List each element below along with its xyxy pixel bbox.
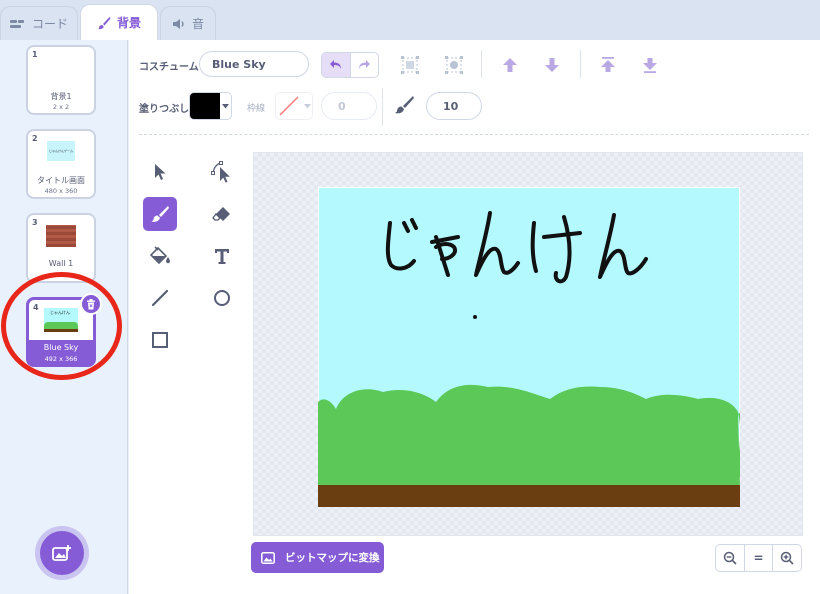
group-button[interactable] — [397, 52, 423, 78]
choose-backdrop-button[interactable] — [40, 531, 84, 575]
costume-thumbnail — [46, 225, 76, 247]
select-tool[interactable] — [143, 155, 177, 189]
ground-strip — [318, 485, 740, 507]
ungroup-button[interactable] — [441, 52, 467, 78]
fill-color-picker[interactable] — [189, 92, 232, 120]
tab-bar: コード 背景 音 — [0, 0, 820, 40]
reshape-icon — [211, 161, 230, 183]
paint-bucket-icon — [149, 246, 170, 265]
outline-color-picker[interactable] — [275, 92, 313, 120]
caret-down-icon — [222, 103, 229, 108]
zoom-in-button[interactable] — [773, 545, 801, 571]
stray-dot — [473, 315, 477, 319]
costume-size: 480 x 360 — [44, 187, 78, 195]
brush-size-icon — [393, 94, 415, 120]
redo-button[interactable] — [351, 53, 379, 77]
tab-code-label: コード — [31, 17, 68, 31]
tab-code[interactable]: コード — [0, 6, 78, 40]
costume-name-input[interactable]: Blue Sky — [199, 51, 309, 77]
grass-bushes — [318, 384, 740, 487]
forward-button[interactable] — [497, 52, 523, 78]
tab-backdrops[interactable]: 背景 — [80, 4, 158, 40]
paint-editor: コスチューム Blue Sky 塗りつぶし 枠線 0 10 ビットマップに変換 … — [129, 40, 820, 594]
zoom-out-icon — [723, 551, 737, 565]
costume-list: 1 背景1 2 x 2 2 じゃんけんゲーム タイトル画面 480 x 360 … — [0, 40, 128, 594]
tab-sounds[interactable]: 音 — [160, 6, 216, 40]
add-image-icon — [52, 545, 71, 561]
highlight-annotation-circle — [1, 272, 122, 380]
costume-thumbnail: じゃんけんゲーム — [47, 141, 75, 161]
tab-sounds-label: 音 — [191, 17, 204, 31]
text-tool[interactable] — [205, 239, 239, 273]
zoom-in-icon — [780, 551, 794, 565]
fill-color-swatch — [190, 93, 220, 119]
costume-number: 3 — [32, 218, 38, 227]
rectangle-tool[interactable] — [143, 323, 177, 357]
to-front-icon — [601, 57, 615, 72]
brush-icon — [151, 206, 169, 222]
costume-name: タイトル画面 — [37, 176, 85, 185]
arrow-pointer-icon — [155, 164, 166, 180]
image-icon — [261, 551, 275, 564]
zoom-out-button[interactable] — [716, 545, 745, 571]
ungroup-icon — [445, 56, 463, 74]
line-tool[interactable] — [143, 281, 177, 315]
rectangle-icon — [152, 332, 168, 348]
reshape-tool[interactable] — [205, 155, 239, 189]
outline-label: 枠線 — [247, 104, 266, 114]
brush-size-input[interactable]: 10 — [426, 92, 482, 120]
circle-icon — [214, 290, 230, 306]
undo-redo-group — [321, 52, 379, 78]
to-back-icon — [643, 58, 657, 73]
front-button[interactable] — [595, 52, 621, 78]
undo-button[interactable] — [322, 53, 351, 77]
paint-canvas-area[interactable] — [253, 152, 803, 536]
convert-to-bitmap-button[interactable]: ビットマップに変換 — [251, 542, 384, 573]
outline-width-input[interactable]: 0 — [321, 92, 377, 120]
undo-icon — [329, 60, 341, 69]
text-icon — [215, 249, 229, 264]
redo-icon — [359, 60, 371, 69]
backdrop-canvas[interactable] — [318, 187, 740, 507]
costume-name-label: コスチューム — [139, 62, 199, 73]
brush-tool[interactable] — [143, 197, 177, 231]
tab-backdrops-label: 背景 — [116, 16, 141, 30]
costume-name: Wall 1 — [48, 259, 74, 268]
circle-tool[interactable] — [205, 281, 239, 315]
code-icon — [9, 19, 24, 28]
costume-number: 1 — [32, 50, 38, 59]
no-color-icon — [279, 96, 299, 116]
eraser-tool[interactable] — [205, 197, 239, 231]
caret-down-icon — [303, 103, 311, 108]
zoom-controls: = — [715, 544, 802, 572]
costume-name: 背景1 — [50, 92, 72, 101]
costume-number: 2 — [32, 134, 38, 143]
arrow-down-icon — [545, 58, 559, 72]
costume-size: 2 x 2 — [52, 103, 70, 111]
line-icon — [151, 289, 169, 307]
eraser-icon — [212, 207, 230, 221]
fill-label: 塗りつぶし — [139, 104, 190, 115]
convert-to-bitmap-label: ビットマップに変換 — [285, 552, 380, 564]
group-icon — [401, 56, 419, 74]
costume-item[interactable]: 1 背景1 2 x 2 — [26, 45, 96, 115]
zoom-reset-button[interactable]: = — [745, 545, 774, 571]
arrow-up-icon — [503, 58, 517, 72]
costume-item[interactable]: 2 じゃんけんゲーム タイトル画面 480 x 360 — [26, 129, 96, 199]
brush-icon — [97, 16, 111, 29]
fill-tool[interactable] — [143, 239, 177, 273]
backward-button[interactable] — [539, 52, 565, 78]
speaker-icon — [172, 18, 184, 29]
back-button[interactable] — [637, 52, 663, 78]
